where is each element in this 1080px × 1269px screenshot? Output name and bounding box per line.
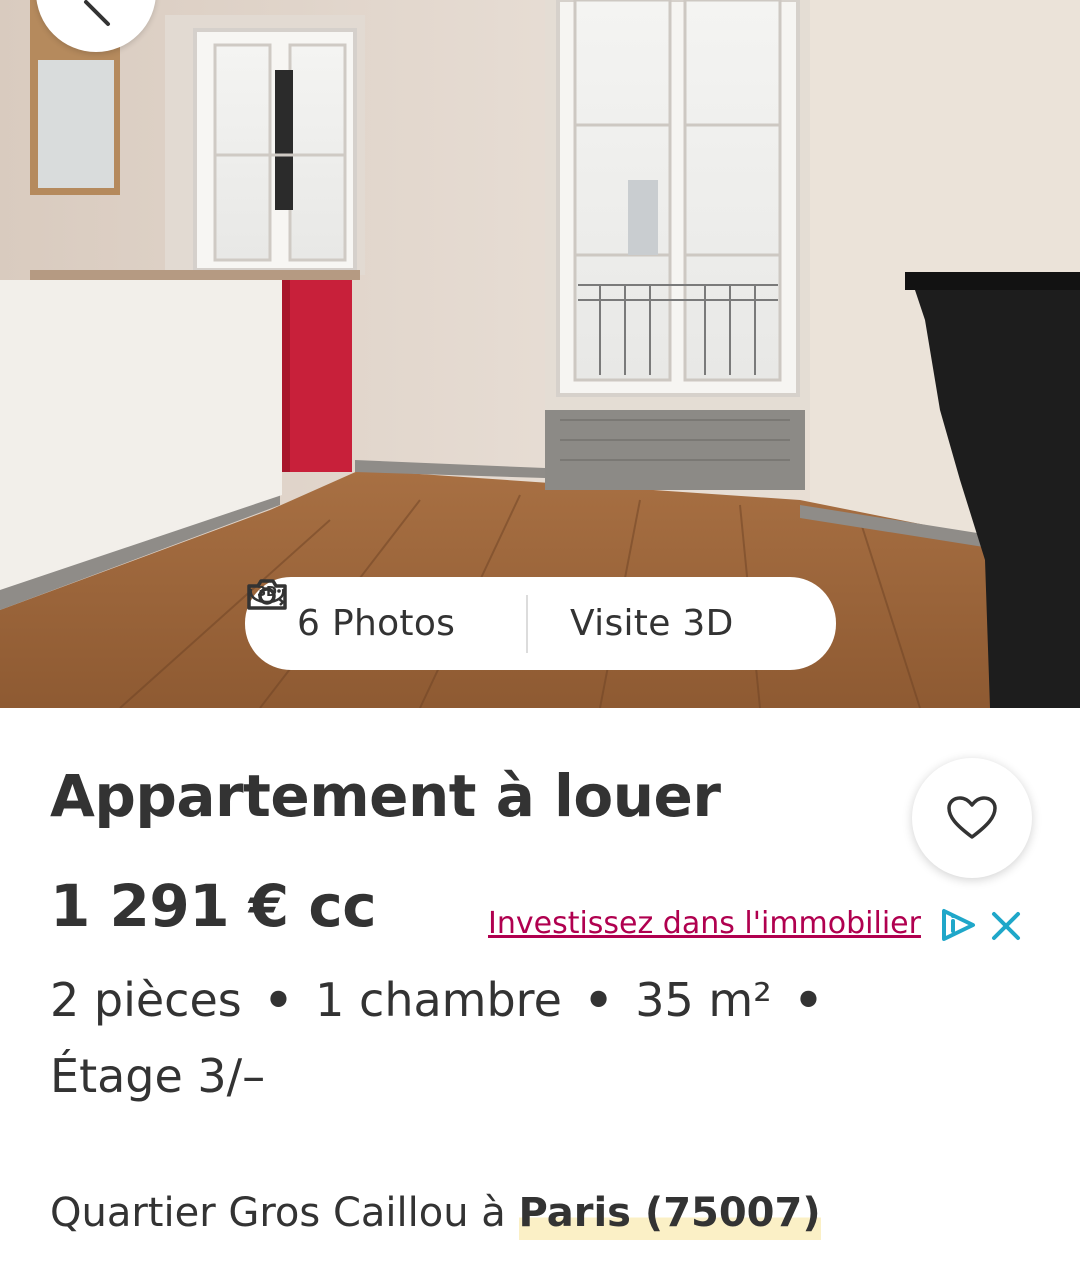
photos-label: 6 Photos [297, 603, 456, 644]
svg-text:3D: 3D [257, 585, 277, 600]
3d-visit-icon: 3D [249, 585, 285, 606]
feature-rooms: 2 pièces [50, 973, 242, 1027]
ad-link[interactable]: Investissez dans l'immobilier [488, 906, 921, 941]
listing-price: 1 291 € cc [50, 872, 377, 940]
close-icon[interactable] [990, 910, 1022, 942]
heart-icon [947, 796, 997, 839]
listing-location: Quartier Gros Caillou à Paris (75007) [50, 1190, 821, 1240]
adchoices-icon[interactable] [940, 908, 978, 942]
separator-dot: • [263, 973, 294, 1027]
location-city[interactable]: Paris (75007) [518, 1190, 821, 1240]
media-selector: 6 Photos 3D Visite 3D [245, 577, 836, 670]
separator-dot: • [583, 973, 614, 1027]
feature-bedrooms: 1 chambre [315, 973, 562, 1027]
visit-3d-label: Visite 3D [570, 603, 734, 644]
listing-photo[interactable]: 6 Photos 3D Visite 3D [0, 0, 1080, 708]
location-prefix: Quartier Gros Caillou à [50, 1190, 519, 1236]
feature-floor: Étage 3/– [50, 1049, 266, 1103]
back-arrow-icon [84, 0, 110, 26]
listing-features: 2 pièces • 1 chambre • 35 m² • Étage 3/– [50, 962, 870, 1114]
separator-dot: • [793, 973, 824, 1027]
visit-3d-button[interactable]: 3D Visite 3D [249, 577, 734, 670]
listing-title: Appartement à louer [50, 762, 721, 830]
feature-area: 35 m² [635, 973, 772, 1027]
favorite-button[interactable] [912, 758, 1032, 878]
